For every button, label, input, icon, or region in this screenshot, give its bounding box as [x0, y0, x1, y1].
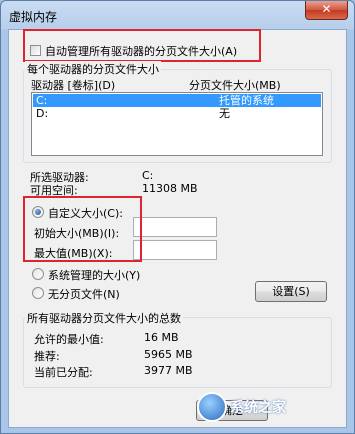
drive-row-c[interactable]: C: 托管的系统 — [33, 94, 321, 107]
recommended-value: 5965 MB — [144, 348, 193, 361]
drive-size: 无 — [219, 107, 230, 120]
recommended-label: 推荐: — [34, 350, 60, 363]
drive-size: 托管的系统 — [219, 94, 274, 107]
close-button[interactable]: ✕ — [305, 1, 348, 20]
drive-letter: D: — [36, 107, 49, 120]
drive-letter: C: — [36, 94, 48, 107]
free-space-value: 11308 MB — [142, 182, 198, 195]
watermark-text: 系统之家 — [230, 400, 286, 416]
currently-allocated-value: 3977 MB — [144, 364, 193, 377]
column-header-drive: 驱动器 [卷标](D) — [31, 79, 116, 92]
title-bar[interactable]: 虚拟内存 ✕ — [1, 1, 354, 29]
system-managed-label[interactable]: 系统管理的大小(Y) — [48, 267, 140, 283]
window-title: 虚拟内存 — [9, 10, 58, 24]
per-drive-group-label: 每个驱动器的分页文件大小 — [25, 61, 161, 77]
highlight-box-custom-size — [23, 196, 142, 262]
totals-group-label: 所有驱动器分页文件大小的总数 — [25, 310, 183, 326]
close-icon: ✕ — [321, 2, 332, 16]
currently-allocated-label: 当前已分配: — [34, 366, 93, 379]
watermark-logo-icon — [197, 392, 227, 422]
drive-row-d[interactable]: D: 无 — [33, 107, 321, 120]
min-allowed-value: 16 MB — [144, 331, 179, 344]
max-size-input[interactable] — [133, 240, 217, 260]
drive-list[interactable]: C: 托管的系统 D: 无 — [31, 92, 323, 156]
set-button[interactable]: 设置(S) — [255, 281, 327, 302]
system-managed-radio[interactable] — [32, 268, 44, 280]
dialog-body: 自动管理所有驱动器的分页文件大小(A) 每个驱动器的分页文件大小 驱动器 [卷标… — [8, 29, 347, 428]
selected-drive-value: C: — [142, 169, 154, 182]
min-allowed-label: 允许的最小值: — [34, 333, 104, 346]
no-paging-file-radio[interactable] — [32, 287, 44, 299]
virtual-memory-window: 虚拟内存 ✕ 自动管理所有驱动器的分页文件大小(A) 每个驱动器的分页文件大小 … — [0, 0, 355, 434]
highlight-box-auto-manage — [23, 29, 261, 62]
initial-size-input[interactable] — [133, 217, 217, 237]
no-paging-file-label[interactable]: 无分页文件(N) — [48, 286, 120, 302]
column-header-size: 分页文件大小(MB) — [189, 79, 281, 92]
